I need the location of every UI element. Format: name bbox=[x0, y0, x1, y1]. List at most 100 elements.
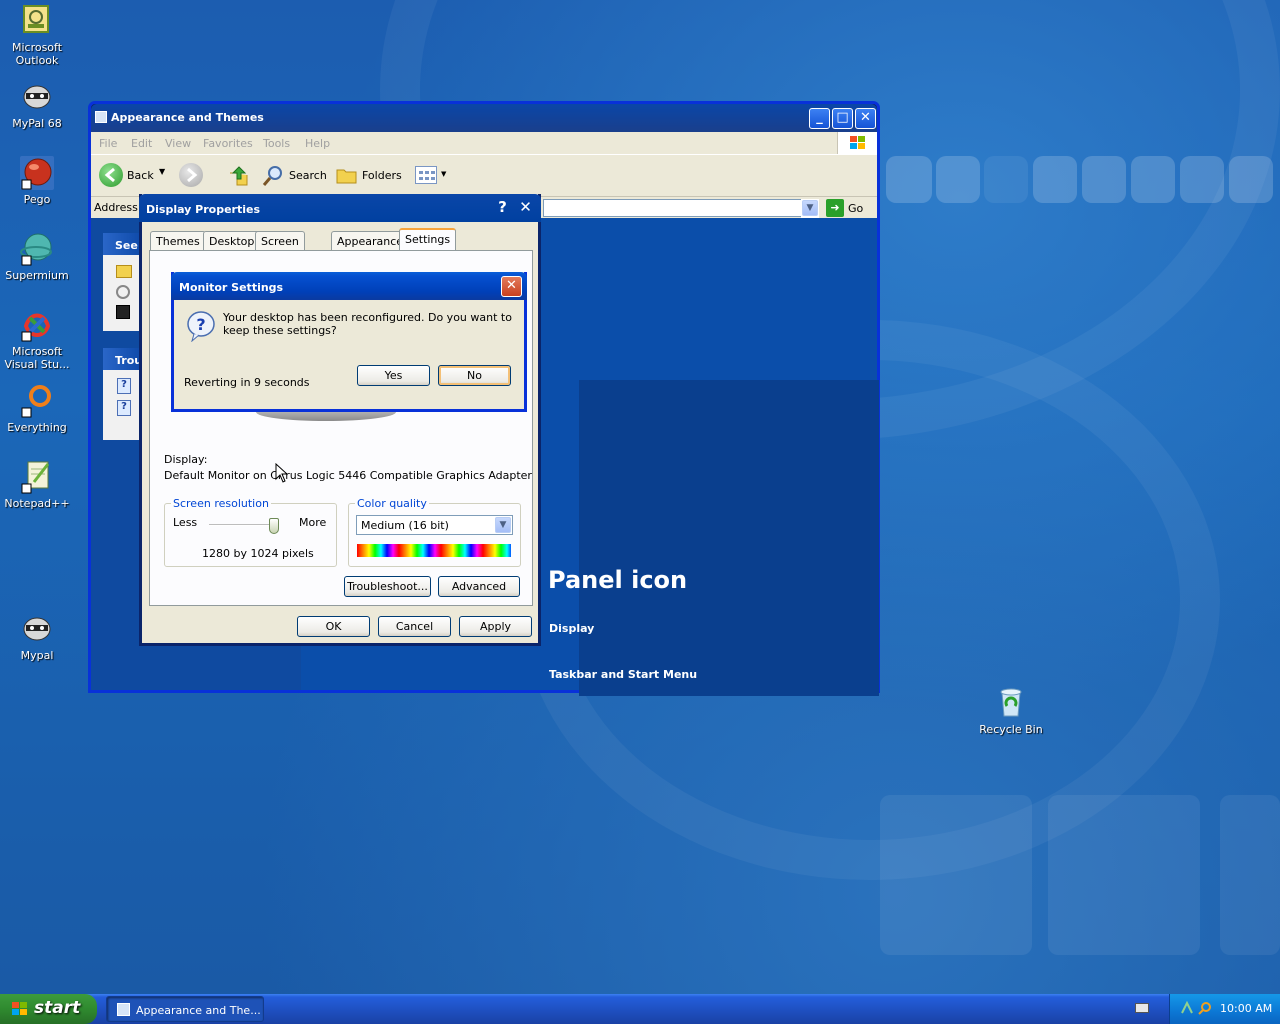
back-dropdown-icon[interactable]: ▼ bbox=[159, 167, 165, 176]
wallpaper-tile bbox=[880, 795, 1032, 955]
panel-icon-heading: Panel icon bbox=[548, 566, 688, 594]
forward-arrow-icon[interactable] bbox=[179, 163, 203, 187]
network-icon[interactable] bbox=[1180, 1000, 1194, 1015]
address-input[interactable] bbox=[543, 199, 819, 217]
taskbar-item-appearance-and-themes[interactable]: Appearance and The... bbox=[106, 996, 264, 1022]
desktop-icon-recycle-bin[interactable]: Recycle Bin bbox=[974, 686, 1048, 736]
wallpaper-tile bbox=[936, 156, 980, 203]
display-properties-titlebar[interactable]: Display Properties ? ✕ bbox=[139, 194, 541, 222]
views-dropdown-icon[interactable]: ▼ bbox=[441, 170, 446, 178]
explorer-titlebar[interactable]: Appearance and Themes _ □ ✕ bbox=[91, 104, 877, 132]
advanced-button[interactable]: Advanced bbox=[438, 576, 520, 597]
menu-edit[interactable]: Edit bbox=[131, 137, 152, 150]
folders-icon[interactable] bbox=[335, 163, 359, 187]
chevron-down-icon: ▼ bbox=[495, 517, 511, 533]
supermium-icon bbox=[20, 232, 54, 266]
display-properties-dialog[interactable]: Display Properties ? ✕ Themes Desktop Sc… bbox=[139, 194, 541, 646]
wallpaper-tile bbox=[1180, 156, 1224, 203]
wallpaper-tile bbox=[1220, 795, 1280, 955]
resolution-more-label: More bbox=[299, 516, 327, 529]
close-button[interactable]: ✕ bbox=[515, 198, 536, 219]
wallpaper-tile bbox=[1033, 156, 1077, 203]
menu-favorites[interactable]: Favorites bbox=[203, 137, 253, 150]
back-arrow-icon[interactable] bbox=[99, 163, 123, 187]
folders-button[interactable]: Folders bbox=[362, 169, 402, 182]
monitor-settings-titlebar[interactable]: Monitor Settings ✕ bbox=[171, 272, 527, 300]
menu-file[interactable]: File bbox=[99, 137, 117, 150]
keyboard-icon[interactable] bbox=[1135, 1003, 1149, 1013]
search-button[interactable]: Search bbox=[289, 169, 327, 182]
desktop-icon-label: Mypal bbox=[20, 649, 54, 662]
close-button[interactable]: ✕ bbox=[501, 276, 522, 297]
control-panel-icon bbox=[117, 1003, 130, 1016]
tab-desktop[interactable]: Desktop bbox=[203, 231, 261, 251]
desktop-icon-label: Supermium bbox=[5, 269, 69, 282]
start-button[interactable]: start bbox=[0, 994, 97, 1024]
taskbar-item-label: Appearance and The... bbox=[136, 1004, 261, 1017]
tab-appearance[interactable]: Appearance bbox=[331, 231, 410, 251]
desktop-icon-label: Microsoft Outlook bbox=[11, 41, 63, 67]
desktop-icon-label: Pego bbox=[23, 193, 51, 206]
go-button[interactable]: Go bbox=[848, 202, 863, 215]
tab-settings[interactable]: Settings bbox=[399, 228, 457, 252]
windows-logo-icon bbox=[837, 132, 877, 154]
standard-toolbar: Back ▼ Search Folders ▼ bbox=[91, 154, 877, 196]
desktop-icon-notepad-plus-plus[interactable]: Notepad++ bbox=[0, 460, 74, 510]
start-label: start bbox=[34, 998, 81, 1018]
svg-text:?: ? bbox=[196, 315, 205, 334]
color-quality-group: Color quality Medium (16 bit) ▼ bbox=[348, 497, 521, 567]
up-folder-icon[interactable] bbox=[227, 163, 251, 187]
desktop-icon-microsoft-outlook[interactable]: Microsoft Outlook bbox=[0, 4, 74, 67]
color-quality-select[interactable]: Medium (16 bit) ▼ bbox=[356, 515, 513, 535]
desktop-icon-pego[interactable]: Pego bbox=[0, 156, 74, 206]
yes-button[interactable]: Yes bbox=[357, 365, 430, 386]
desktop-icon-label: Recycle Bin bbox=[979, 723, 1043, 736]
monitor-settings-dialog[interactable]: Monitor Settings ✕ ? Your desktop has be… bbox=[171, 272, 527, 412]
menu-view[interactable]: View bbox=[165, 137, 191, 150]
folder-icon[interactable] bbox=[116, 265, 132, 278]
address-dropdown[interactable]: ▼ bbox=[801, 199, 819, 219]
search-icon[interactable] bbox=[1198, 1001, 1212, 1015]
maximize-button[interactable]: □ bbox=[832, 108, 853, 129]
apply-button[interactable]: Apply bbox=[459, 616, 532, 637]
minimize-button[interactable]: _ bbox=[809, 108, 830, 129]
resolution-slider-thumb[interactable] bbox=[269, 518, 279, 534]
desktop-icon-microsoft-visual-studio[interactable]: Microsoft Visual Stu... bbox=[0, 308, 74, 371]
taskbar: start Appearance and The... 10:00 AM bbox=[0, 994, 1280, 1024]
explorer-title: Appearance and Themes bbox=[111, 111, 264, 124]
close-button[interactable]: ✕ bbox=[855, 108, 876, 129]
back-button[interactable]: Back bbox=[127, 169, 154, 182]
search-icon[interactable] bbox=[261, 163, 285, 187]
disk-icon[interactable] bbox=[116, 305, 130, 319]
desktop-icon-label: Microsoft Visual Stu... bbox=[4, 345, 70, 371]
help-icon[interactable]: ? bbox=[117, 378, 131, 394]
see-also-box: See bbox=[103, 233, 143, 331]
troubleshoot-button[interactable]: Troubleshoot... bbox=[344, 576, 431, 597]
menu-tools[interactable]: Tools bbox=[263, 137, 290, 150]
desktop-icon-mypal[interactable]: Mypal bbox=[0, 612, 74, 662]
go-arrow-icon[interactable]: ➜ bbox=[826, 199, 844, 217]
clock-icon[interactable] bbox=[116, 285, 130, 299]
notepad-plus-plus-icon bbox=[20, 460, 54, 494]
address-label: Address bbox=[94, 201, 138, 214]
views-icon[interactable] bbox=[415, 166, 437, 184]
ok-button[interactable]: OK bbox=[297, 616, 370, 637]
resolution-slider-track[interactable] bbox=[209, 524, 277, 526]
desktop-icon-everything[interactable]: Everything bbox=[0, 384, 74, 434]
tab-themes[interactable]: Themes bbox=[150, 231, 206, 251]
pego-icon bbox=[20, 156, 54, 190]
visual-studio-icon bbox=[20, 308, 54, 342]
desktop-icon-mypal-68[interactable]: MyPal 68 bbox=[0, 80, 74, 130]
help-icon[interactable]: ? bbox=[117, 400, 131, 416]
cancel-button[interactable]: Cancel bbox=[378, 616, 451, 637]
display-link[interactable]: Display bbox=[549, 622, 594, 635]
help-button[interactable]: ? bbox=[492, 198, 513, 219]
control-panel-icon bbox=[95, 111, 107, 123]
screen-resolution-group: Screen resolution Less More 1280 by 1024… bbox=[164, 497, 337, 567]
no-button[interactable]: No bbox=[438, 365, 511, 386]
menu-help[interactable]: Help bbox=[305, 137, 330, 150]
tab-screen-saver[interactable]: Screen Saver bbox=[255, 231, 305, 261]
recycle-bin-icon bbox=[994, 686, 1028, 720]
taskbar-start-menu-link[interactable]: Taskbar and Start Menu bbox=[549, 668, 697, 681]
desktop-icon-supermium[interactable]: Supermium bbox=[0, 232, 74, 282]
